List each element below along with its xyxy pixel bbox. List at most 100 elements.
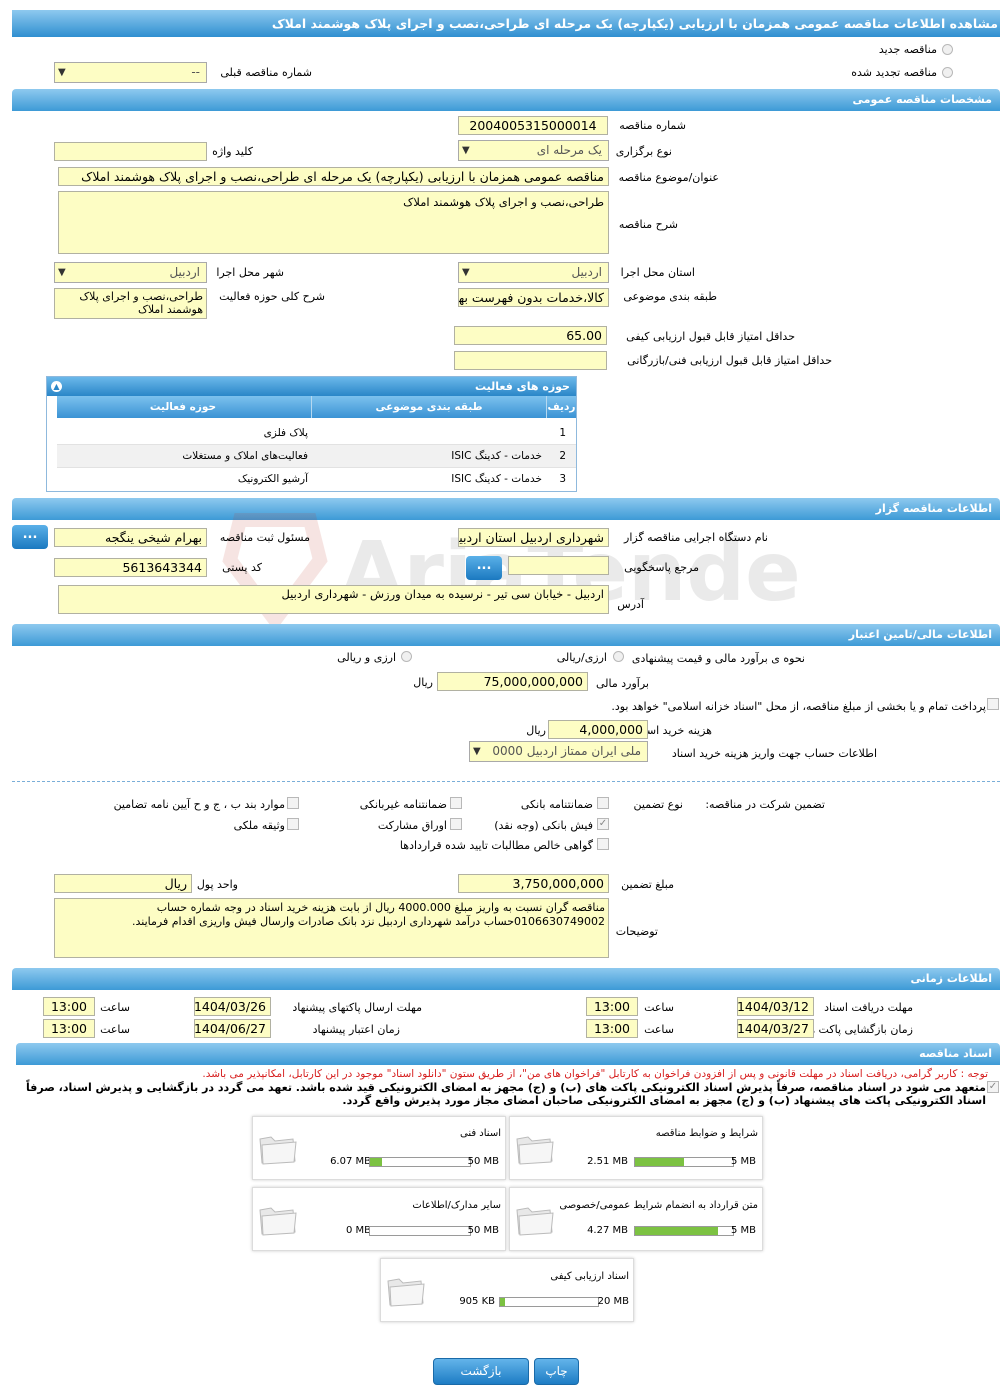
doc-progress-fill xyxy=(635,1227,719,1235)
islamic-treasury-checkbox[interactable] xyxy=(987,698,999,710)
documents-notice: توجه : کاربر گرامی، دریافت اسناد در مهلت… xyxy=(202,1068,988,1080)
guarantee-participation-label: تضمین شرکت در مناقصه: xyxy=(705,798,825,811)
chevron-down-icon: ▼ xyxy=(58,67,66,78)
keyword-field[interactable] xyxy=(54,142,207,161)
opening-time-field: 13:00 xyxy=(586,1019,638,1038)
doc-progress-fill xyxy=(635,1158,684,1166)
doc-title: شرایط و ضوابط مناقصه xyxy=(655,1128,758,1139)
claims-cert-label: گواهی خالص مطالبات تایید شده قراردادها xyxy=(399,839,593,852)
subject-label: عنوان/موضوع مناقصه xyxy=(618,171,719,184)
responsible-lookup-button[interactable]: ... xyxy=(12,525,48,549)
claims-cert-checkbox[interactable] xyxy=(597,838,609,850)
bonds-checkbox[interactable] xyxy=(450,818,462,830)
estimate-label: برآورد مالی xyxy=(596,677,649,690)
activity-label: شرح کلی حوزه فعالیت xyxy=(219,290,325,303)
min-quality-label: حداقل امتیاز قابل قبول ارزیابی کیفی xyxy=(626,330,795,343)
doc-size: 2.51 MB xyxy=(587,1156,628,1167)
collapse-icon[interactable]: ▲ xyxy=(51,381,62,392)
province-select[interactable]: اردبیل ▼ xyxy=(458,262,609,283)
folder-icon xyxy=(387,1278,425,1307)
opening-field: 1404/03/27 xyxy=(737,1019,814,1038)
activities-grid-columns: ردیف طبقه بندی موضوعی حوزه فعالیت xyxy=(57,396,576,418)
address-field: اردبیل - خیابان سی تیر - نرسیده به میدان… xyxy=(58,585,609,614)
folder-icon xyxy=(259,1136,297,1165)
doc-progress xyxy=(634,1157,734,1167)
doc-cost-field: 4,000,000 xyxy=(548,720,648,739)
row-field: پلاک فلزی xyxy=(263,427,308,439)
general-section-header: مشخصات مناقصه عمومی xyxy=(12,89,1000,111)
non-bank-guarantee-checkbox[interactable] xyxy=(450,797,462,809)
documents-section-header: اسناد مناقصه xyxy=(16,1043,1000,1065)
holding-type-select[interactable]: یک مرحله ای ▼ xyxy=(458,140,609,161)
estimate-method-label: نحوه ی برآورد مالی و قیمت پیشنهادی xyxy=(631,652,805,665)
description-field: طراحی،نصب و اجرای پلاک هوشمند املاک xyxy=(58,191,609,254)
receive-time-field: 13:00 xyxy=(586,997,638,1016)
print-button[interactable]: چاپ xyxy=(534,1358,579,1385)
description-label: شرح مناقصه xyxy=(618,218,678,231)
doc-size: 6.07 MB xyxy=(330,1156,371,1167)
currency-field: ریال xyxy=(54,874,192,893)
doc-card[interactable]: اسناد فنی 6.07 MB 50 MB xyxy=(252,1116,506,1180)
holding-type-label: نوع برگزاری xyxy=(615,145,672,158)
validity-time-field: 13:00 xyxy=(43,1019,95,1038)
property-checkbox[interactable] xyxy=(287,818,299,830)
doc-max-size: 50 MB xyxy=(467,1156,499,1167)
doc-progress-fill xyxy=(500,1298,505,1306)
back-button[interactable]: بازگشت xyxy=(433,1358,529,1385)
section-divider xyxy=(12,781,1000,782)
row-field: فعالیت‌های املاک و مستغلات xyxy=(182,450,308,462)
doc-card[interactable]: اسناد ارزیابی کیفی 905 KB 20 MB xyxy=(380,1258,634,1322)
doc-max-size: 50 MB xyxy=(467,1225,499,1236)
time-label: ساعت xyxy=(100,1001,130,1014)
account-label: اطلاعات حساب جهت واریز هزینه خرید اسناد xyxy=(671,747,877,760)
new-tender-radio[interactable] xyxy=(942,44,953,55)
responsible-label: مسئول ثبت مناقصه xyxy=(219,531,310,544)
postal-field: 5613643344 xyxy=(54,558,207,577)
tender-number-label: شماره مناقصه xyxy=(619,119,686,132)
city-select[interactable]: اردبیل ▼ xyxy=(54,262,207,283)
table-row: 2 خدمات - کدینگ ISIC فعالیت‌های املاک و … xyxy=(57,445,576,468)
table-row: 1 پلاک فلزی xyxy=(57,422,576,445)
row-category: خدمات - کدینگ ISIC xyxy=(451,450,542,462)
reference-field xyxy=(508,556,609,575)
renewed-tender-radio[interactable] xyxy=(942,67,953,78)
reference-lookup-button[interactable]: ... xyxy=(466,556,502,580)
bank-guarantee-label: ضمانتنامه بانکی xyxy=(520,798,593,811)
fx-rial-radio[interactable] xyxy=(401,651,412,662)
doc-cost-unit: ریال xyxy=(526,724,546,737)
doc-card[interactable]: سایر مدارک/اطلاعات 0 MB 50 MB xyxy=(252,1187,506,1251)
province-label: استان محل اجرا xyxy=(620,266,695,279)
doc-progress xyxy=(369,1226,471,1236)
doc-title: متن قرارداد به انضمام شرایط عمومی/خصوصی xyxy=(559,1200,758,1211)
article-items-label: موارد بند ب ، ج و ح آیین نامه تضامین xyxy=(113,798,285,811)
chevron-down-icon: ▼ xyxy=(462,267,470,278)
min-tech-label: حداقل امتیاز قابل قبول ارزیابی فنی/بازرگ… xyxy=(627,354,832,367)
doc-card[interactable]: شرایط و ضوابط مناقصه 2.51 MB 5 MB xyxy=(509,1116,763,1180)
reference-label: مرجع پاسخگویی xyxy=(624,561,699,574)
prev-tender-select[interactable]: -- ▼ xyxy=(54,62,207,83)
col-category: طبقه بندی موضوعی xyxy=(311,396,546,418)
doc-progress xyxy=(634,1226,734,1236)
folder-icon xyxy=(516,1207,554,1236)
account-select[interactable]: ملی ایران ممتاز اردبیل 0000 ▼ xyxy=(469,741,648,762)
send-time-field: 13:00 xyxy=(43,997,95,1016)
activities-grid: حوزه های فعالیت ▲ ردیف طبقه بندی موضوعی … xyxy=(46,376,577,492)
renewed-tender-label: مناقصه تجدید شده xyxy=(851,66,937,79)
rial-radio[interactable] xyxy=(613,651,624,662)
commitment-text: متعهد می شود در اسناد مناقصه، صرفاً پذیر… xyxy=(26,1081,986,1107)
article-items-checkbox[interactable] xyxy=(287,797,299,809)
page-title: مشاهده اطلاعات مناقصه عمومی همزمان با ار… xyxy=(12,10,1000,37)
bank-guarantee-checkbox[interactable] xyxy=(597,797,609,809)
row-number: 1 xyxy=(559,427,566,439)
folder-icon xyxy=(516,1136,554,1165)
new-tender-label: مناقصه جدید xyxy=(878,43,937,56)
timing-section-header: اطلاعات زمانی xyxy=(12,968,1000,990)
notes-field: مناقصه گران نسبت به واریز مبلغ 4000.000 … xyxy=(54,898,609,958)
org-field: شهرداری اردبیل استان اردبیل xyxy=(458,528,609,547)
commitment-checkbox[interactable]: ✓ xyxy=(987,1081,999,1093)
bank-receipt-checkbox[interactable]: ✓ xyxy=(597,818,609,830)
doc-title: سایر مدارک/اطلاعات xyxy=(412,1200,501,1211)
doc-card[interactable]: متن قرارداد به انضمام شرایط عمومی/خصوصی … xyxy=(509,1187,763,1251)
organizer-section-header: اطلاعات مناقصه گزار xyxy=(12,498,1000,520)
send-deadline-label: مهلت ارسال پاکتهای پیشنهاد xyxy=(292,1001,422,1014)
